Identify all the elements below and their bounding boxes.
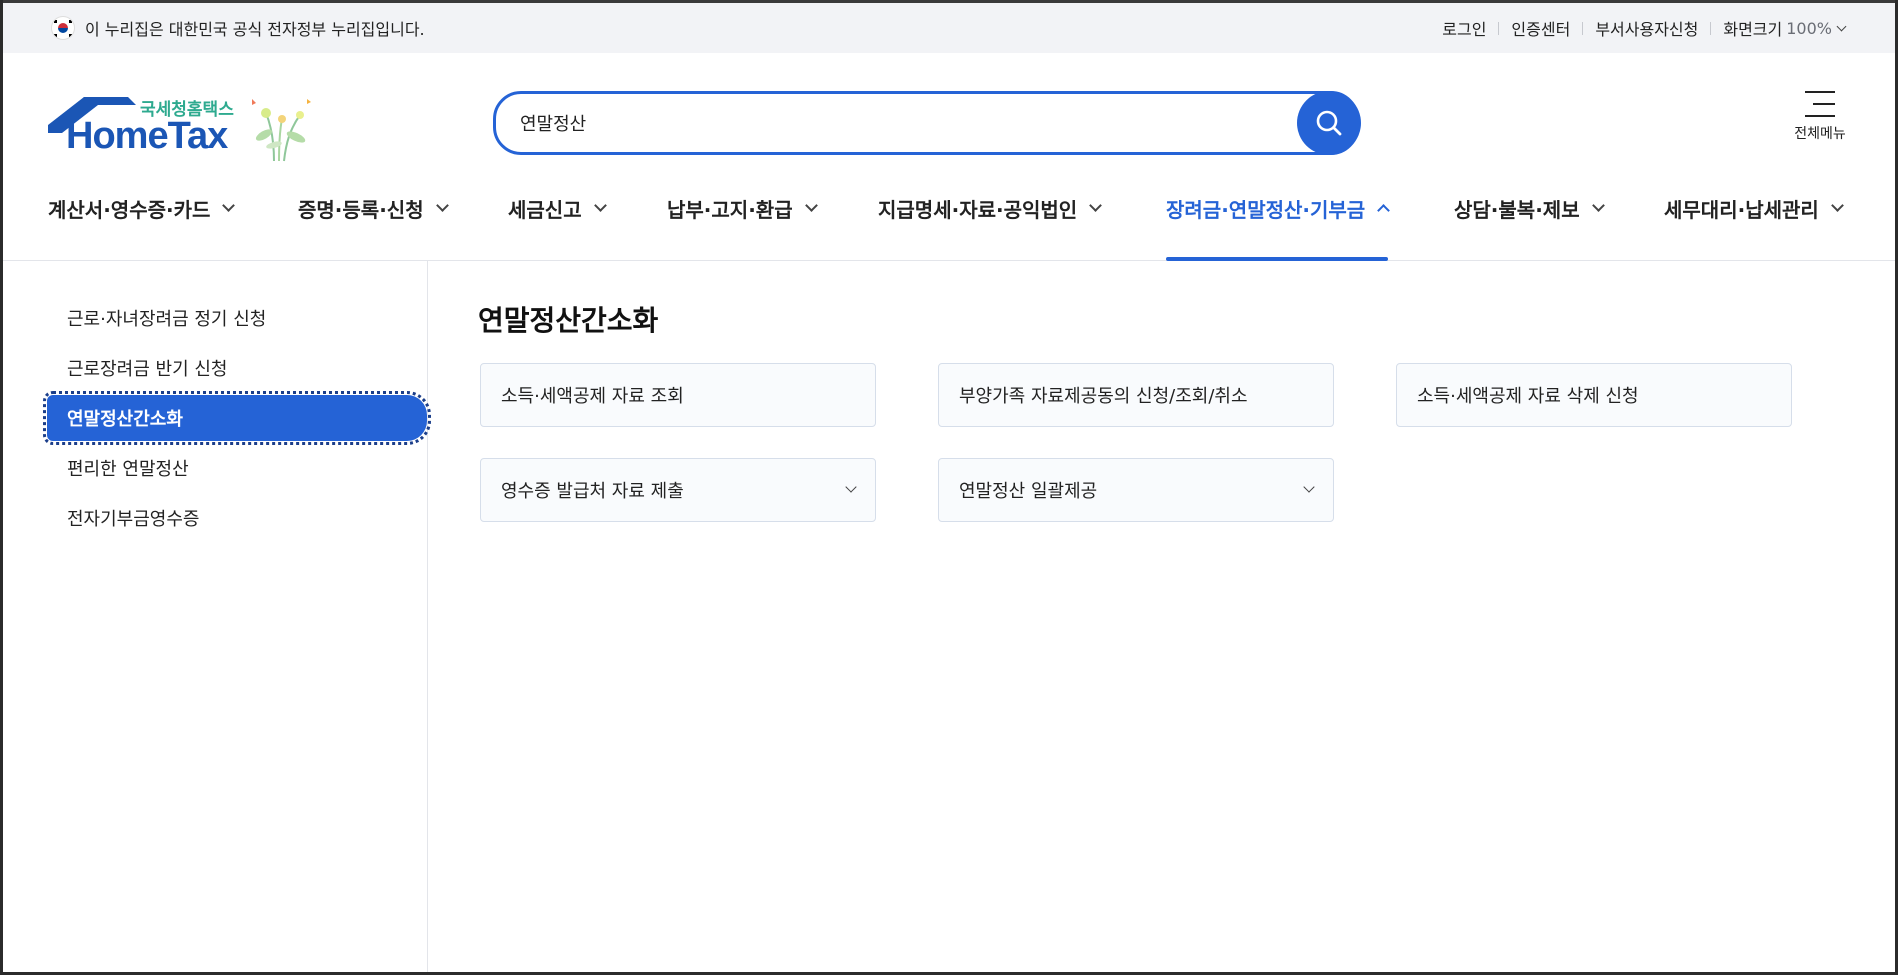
chevron-down-icon: [593, 199, 607, 212]
gov-banner: 이 누리집은 대한민국 공식 전자정부 누리집입니다. 로그인 인증센터 부서사…: [3, 3, 1895, 53]
logo-english-text: HomeTax: [66, 115, 228, 157]
utility-links: 로그인 인증센터 부서사용자신청 화면크기 100%: [1442, 16, 1847, 40]
page-title: 연말정산간소화: [478, 304, 659, 337]
flower-decoration-icon: [252, 99, 311, 162]
hamburger-menu-icon: [1805, 91, 1835, 117]
all-menu-button[interactable]: 전체메뉴: [1787, 91, 1853, 143]
main-navigation: 계산서·영수증·카드 증명·등록·신청 세금신고 납부·고지·환급 지급명세·자…: [3, 173, 1895, 261]
gnb-item-label: 납부·고지·환급: [667, 197, 793, 222]
side-navigation: 근로·자녀장려금 정기 신청 근로장려금 반기 신청 연말정산간소화 편리한 연…: [3, 261, 431, 972]
search-input[interactable]: [520, 108, 1300, 138]
gnb-item-incentive-yearend-donation[interactable]: 장려금·연말정산·기부금: [1166, 173, 1391, 261]
divider: [1498, 21, 1500, 35]
chevron-up-icon: [1377, 204, 1391, 217]
chevron-down-icon: [1303, 481, 1315, 493]
divider: [1582, 21, 1584, 35]
sidebar-item-label: 연말정산간소화: [67, 409, 183, 430]
chevron-down-icon: [1591, 199, 1605, 212]
content-area: 근로·자녀장려금 정기 신청 근로장려금 반기 신청 연말정산간소화 편리한 연…: [3, 261, 1895, 972]
cert-center-link[interactable]: 인증센터: [1511, 16, 1570, 40]
login-link[interactable]: 로그인: [1442, 16, 1486, 40]
gnb-item-payment-statement[interactable]: 지급명세·자료·공익법인: [878, 173, 1103, 261]
korea-flag-icon: [51, 16, 75, 40]
card-label: 영수증 발급처 자료 제출: [501, 481, 684, 502]
gnb-item-label: 지급명세·자료·공익법인: [878, 197, 1078, 222]
gnb-item-certificate-registration[interactable]: 증명·등록·신청: [298, 173, 449, 261]
site-header: 국세청홈택스 HomeTax 연말정산 전체메뉴: [3, 53, 1895, 173]
chevron-down-icon: [435, 199, 449, 212]
card-deduction-data-deletion[interactable]: 소득·세액공제 자료 삭제 신청: [1396, 363, 1792, 427]
sidebar-item-regular-incentive[interactable]: 근로·자녀장려금 정기 신청: [47, 295, 427, 341]
gnb-item-label: 장려금·연말정산·기부금: [1166, 197, 1366, 222]
search-button[interactable]: [1297, 91, 1361, 155]
gnb-item-label: 세무대리·납세관리: [1664, 197, 1819, 222]
chevron-down-icon: [1089, 199, 1103, 212]
zoom-label: 화면크기: [1723, 20, 1783, 39]
search-icon: [1316, 110, 1342, 136]
search-bar: [493, 91, 1361, 155]
gnb-item-label: 계산서·영수증·카드: [48, 197, 211, 222]
card-dependent-consent[interactable]: 부양가족 자료제공동의 신청/조회/취소: [938, 363, 1334, 427]
card-deduction-data-inquiry[interactable]: 소득·세액공제 자료 조회: [480, 363, 876, 427]
sidebar-item-label: 편리한 연말정산: [67, 459, 189, 480]
card-label: 소득·세액공제 자료 삭제 신청: [1417, 386, 1639, 407]
gov-banner-left: 이 누리집은 대한민국 공식 전자정부 누리집입니다.: [51, 16, 425, 40]
sidebar-item-half-year-incentive[interactable]: 근로장려금 반기 신청: [47, 345, 427, 391]
gnb-item-label: 증명·등록·신청: [298, 197, 424, 222]
gov-banner-text: 이 누리집은 대한민국 공식 전자정부 누리집입니다.: [85, 20, 425, 39]
sidebar-item-electronic-donation-receipt[interactable]: 전자기부금영수증: [47, 495, 427, 541]
browser-page: 이 누리집은 대한민국 공식 전자정부 누리집입니다. 로그인 인증센터 부서사…: [3, 0, 1895, 972]
sidebar-item-convenient-yearend[interactable]: 편리한 연말정산: [47, 445, 427, 491]
sidebar-item-label: 근로·자녀장려금 정기 신청: [67, 309, 267, 330]
sidebar-item-label: 근로장려금 반기 신청: [67, 359, 228, 380]
gnb-item-consultation-appeal[interactable]: 상담·불복·제보: [1454, 173, 1605, 261]
zoom-control[interactable]: 화면크기 100%: [1723, 16, 1847, 40]
search-box: [493, 91, 1359, 155]
card-label: 소득·세액공제 자료 조회: [501, 386, 684, 407]
all-menu-label: 전체메뉴: [1794, 126, 1846, 142]
gnb-item-tax-agent[interactable]: 세무대리·납세관리: [1664, 173, 1844, 261]
card-label: 부양가족 자료제공동의 신청/조회/취소: [959, 386, 1248, 407]
chevron-down-icon: [1830, 199, 1844, 212]
sidebar-item-yearend-simplified[interactable]: 연말정산간소화: [43, 391, 431, 445]
hometax-logo[interactable]: 국세청홈택스 HomeTax: [48, 93, 323, 163]
gnb-item-label: 세금신고: [508, 197, 582, 222]
sidebar-item-label: 전자기부금영수증: [67, 509, 200, 530]
chevron-down-icon: [222, 199, 236, 212]
zoom-value: 100%: [1786, 18, 1832, 38]
divider: [1710, 21, 1712, 35]
chevron-down-icon: [1836, 21, 1847, 31]
dept-user-apply-link[interactable]: 부서사용자신청: [1595, 16, 1698, 40]
gnb-item-label: 상담·불복·제보: [1454, 197, 1580, 222]
chevron-down-icon: [845, 481, 857, 493]
gnb-item-tax-filing[interactable]: 세금신고: [508, 173, 607, 261]
gnb-item-invoice-receipt-card[interactable]: 계산서·영수증·카드: [48, 173, 236, 261]
gnb-item-payment-refund[interactable]: 납부·고지·환급: [667, 173, 818, 261]
chevron-down-icon: [804, 199, 818, 212]
card-yearend-bulk-provision[interactable]: 연말정산 일괄제공: [938, 458, 1334, 522]
card-receipt-issuer-submission[interactable]: 영수증 발급처 자료 제출: [480, 458, 876, 522]
card-label: 연말정산 일괄제공: [959, 481, 1098, 502]
